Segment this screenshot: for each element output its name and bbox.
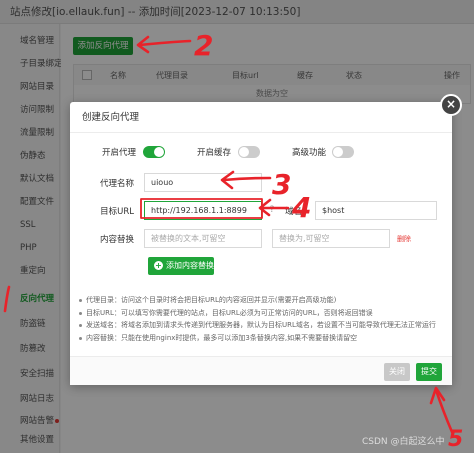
toggle-knob: [154, 147, 164, 157]
send-domain-input[interactable]: $host: [315, 201, 437, 220]
replace-from-input[interactable]: 被替换的文本,可留空: [144, 229, 262, 248]
note-item: 目标URL：可以填写你需要代理的站点，目标URL必须为可正常访问的URL，否则将…: [78, 307, 444, 320]
dialog-footer: 关闭 提交: [70, 356, 452, 385]
note-text: 内容替换：只能在使用nginx时提供，最多可以添加3条替换内容,如果不需要替换请…: [86, 333, 358, 342]
note-item: 内容替换：只能在使用nginx时提供，最多可以添加3条替换内容,如果不需要替换请…: [78, 332, 444, 345]
bullet-icon: [79, 324, 82, 327]
create-proxy-dialog: 创建反向代理 × 开启代理 开启缓存 高级功能 代理名称 uiouo 目标URL…: [70, 94, 462, 385]
help-icon: ?: [269, 205, 275, 215]
plus-icon: +: [154, 261, 163, 270]
close-button[interactable]: 关闭: [384, 363, 410, 381]
bullet-icon: [79, 311, 82, 315]
help-notes: 代理目录：访问这个目录时将会把目标URL的内容返回并显示(需要开启高级功能) 目…: [78, 294, 444, 344]
target-url-label: 目标URL: [100, 207, 134, 217]
content-replace-label: 内容替换: [99, 235, 134, 245]
add-content-replace-button[interactable]: + 添加内容替换: [148, 257, 214, 275]
toggle-knob: [239, 147, 249, 157]
delete-replace-link[interactable]: 删除: [397, 234, 411, 244]
note-item: 发送域名：将域名添加到请求头传递到代理服务器，默认为目标URL域名，若设置不当可…: [78, 319, 444, 332]
proxy-name-input[interactable]: uiouo: [144, 173, 262, 192]
toggle-knob: [333, 147, 343, 157]
note-text: 代理目录：访问这个目录时将会把目标URL的内容返回并显示(需要开启高级功能): [86, 296, 337, 304]
enable-cache-label: 开启缓存: [197, 148, 232, 158]
enable-proxy-label: 开启代理: [102, 148, 137, 158]
watermark: CSDN @白起这么中: [362, 437, 445, 447]
note-text: 发送域名：将域名添加到请求头传递到代理服务器，默认为目标URL域名，若设置不当可…: [86, 321, 436, 329]
enable-proxy-toggle[interactable]: [143, 146, 165, 158]
bullet-icon: [79, 336, 82, 340]
note-item: 代理目录：访问这个目录时将会把目标URL的内容返回并显示(需要开启高级功能): [78, 294, 444, 307]
advanced-label: 高级功能: [292, 148, 327, 158]
dialog-title: 创建反向代理: [70, 102, 452, 133]
add-replace-label: 添加内容替换: [166, 261, 214, 270]
send-domain-label: 域名: [285, 207, 303, 217]
note-text: 目标URL：可以填写你需要代理的站点，目标URL必须为可正常访问的URL，否则将…: [86, 308, 373, 317]
target-url-input[interactable]: http://192.168.1.1:8899: [144, 201, 262, 220]
replace-to-input[interactable]: 替换为,可留空: [272, 229, 390, 248]
bullet-icon: [79, 299, 82, 302]
close-icon[interactable]: ×: [440, 94, 462, 116]
submit-button[interactable]: 提交: [416, 363, 442, 381]
enable-cache-toggle[interactable]: [238, 146, 260, 158]
advanced-toggle[interactable]: [332, 146, 354, 158]
proxy-name-label: 代理名称: [99, 179, 134, 189]
